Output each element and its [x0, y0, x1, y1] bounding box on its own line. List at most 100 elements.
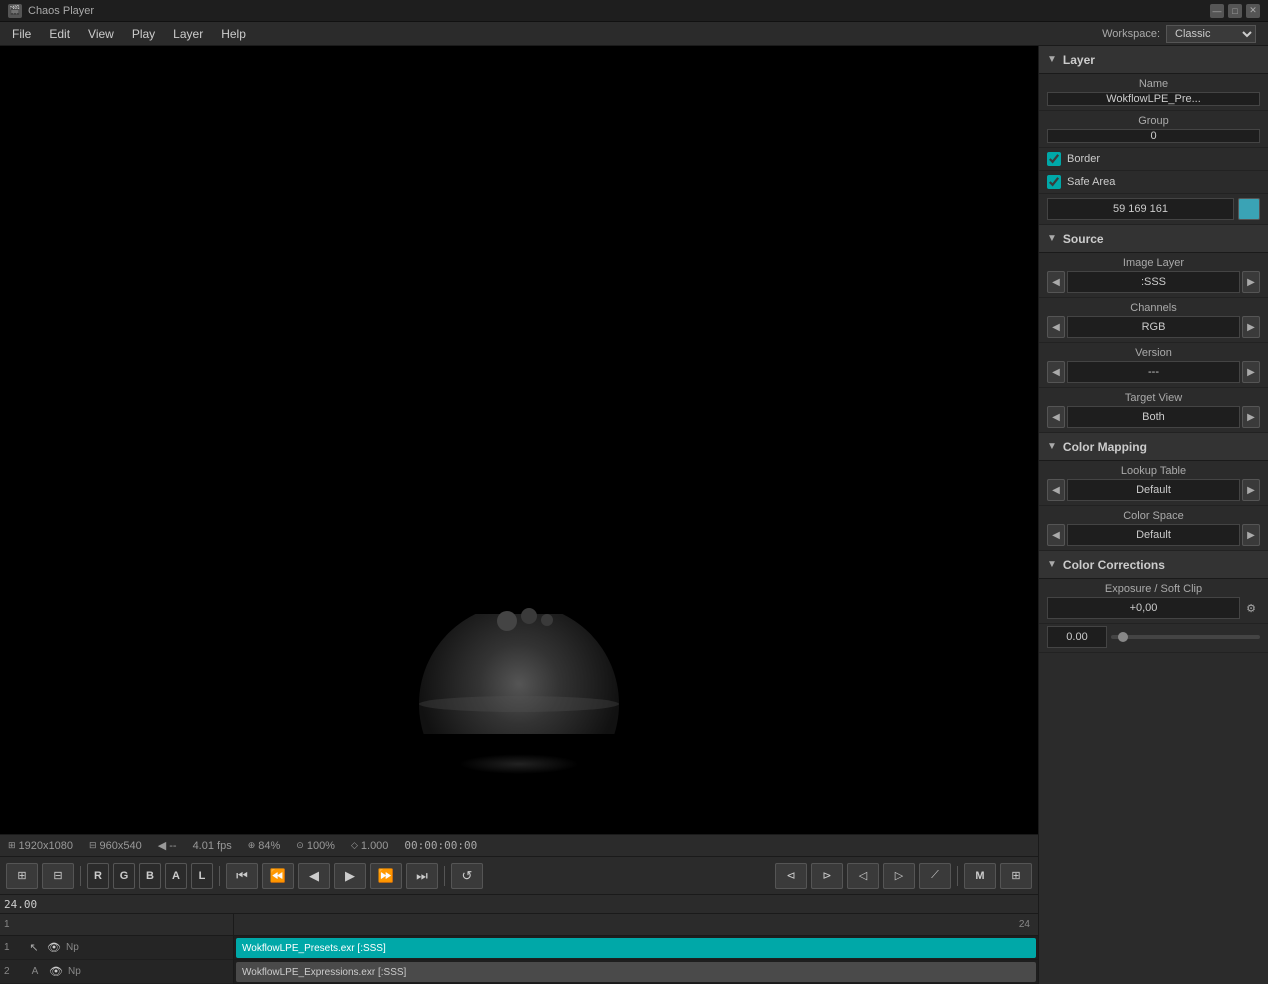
maximize-button[interactable]: □ — [1228, 4, 1242, 18]
group-value[interactable]: 0 — [1047, 129, 1260, 143]
skip-fwd-button[interactable]: ⏭ — [406, 863, 438, 889]
color-value[interactable]: 59 169 161 — [1047, 198, 1234, 220]
exposure-slider-row: 0.00 — [1039, 624, 1268, 653]
color-space-control: ◀ Default ▶ — [1047, 524, 1260, 546]
out-point-button[interactable]: ⊳ — [811, 863, 843, 889]
timeline-content: 24 WokflowLPE_Presets.exr [:SSS] Wokflow… — [234, 914, 1038, 984]
image-layer-control: ◀ :SSS ▶ — [1047, 271, 1260, 293]
version-next[interactable]: ▶ — [1242, 361, 1260, 383]
cursor-icon-1[interactable]: ↖ — [26, 940, 42, 956]
step-fwd-button[interactable]: ⏩ — [370, 863, 402, 889]
target-view-value[interactable]: Both — [1067, 406, 1240, 428]
channel-a-button[interactable]: A — [165, 863, 187, 889]
exposure-picker-icon[interactable]: ⚙ — [1242, 599, 1260, 617]
source-section-header[interactable]: ▼ Source — [1039, 225, 1268, 253]
timeline-ruler-area: 1 1 ↖ 👁 Np 2 A 👁 Np — [0, 914, 1038, 984]
layer-section-header[interactable]: ▼ Layer — [1039, 46, 1268, 74]
eye-icon-2[interactable]: 👁 — [48, 964, 64, 980]
safe-area-checkbox[interactable] — [1047, 175, 1061, 189]
image-layer-prev[interactable]: ◀ — [1047, 271, 1065, 293]
timeline-track-2: WokflowLPE_Expressions.exr [:SSS] — [234, 960, 1038, 984]
timeline-ruler-left: 1 — [0, 914, 233, 936]
version-value[interactable]: --- — [1067, 361, 1240, 383]
menu-help[interactable]: Help — [213, 25, 254, 43]
step-back-button[interactable]: ⏪ — [262, 863, 294, 889]
viewport-statusbar: ⊞ 1920x1080 ⊟ 960x540 ◀ -- 4.01 fps ⊕ 84… — [0, 834, 1038, 856]
minimize-button[interactable]: — — [1210, 4, 1224, 18]
res2-icon: ⊟ — [89, 840, 97, 851]
safe-area-label[interactable]: Safe Area — [1067, 176, 1115, 188]
eye-icon-1[interactable]: 👁 — [46, 940, 62, 956]
color-swatch[interactable] — [1238, 198, 1260, 220]
color-mapping-collapse-icon: ▼ — [1047, 441, 1057, 452]
timecode-display: 24.00 — [4, 898, 54, 911]
timeline-left: 1 1 ↖ 👁 Np 2 A 👁 Np — [0, 914, 234, 984]
channels-row: Channels ◀ RGB ▶ — [1039, 298, 1268, 343]
trim-in-button[interactable]: ◁ — [847, 863, 879, 889]
timecode-item: 00:00:00:00 — [404, 839, 477, 852]
target-view-prev[interactable]: ◀ — [1047, 406, 1065, 428]
image-layer-next[interactable]: ▶ — [1242, 271, 1260, 293]
channels-next[interactable]: ▶ — [1242, 316, 1260, 338]
lookup-table-next[interactable]: ▶ — [1242, 479, 1260, 501]
channels-control: ◀ RGB ▶ — [1047, 316, 1260, 338]
exposure-value[interactable]: +0,00 — [1047, 597, 1240, 619]
trim-out-button[interactable]: ▷ — [883, 863, 915, 889]
ramp-button[interactable]: ⟋ — [919, 863, 951, 889]
border-label[interactable]: Border — [1067, 153, 1100, 165]
channels-prev[interactable]: ◀ — [1047, 316, 1065, 338]
target-view-row: Target View ◀ Both ▶ — [1039, 388, 1268, 433]
right-panel: ▼ Layer Name WokflowLPE_Pre... Group 0 B… — [1038, 46, 1268, 984]
channel-b-button[interactable]: B — [139, 863, 161, 889]
track-type-2: A — [26, 966, 44, 977]
viewport — [0, 46, 1038, 834]
exposure-slider-track[interactable] — [1111, 635, 1260, 639]
menu-layer[interactable]: Layer — [165, 25, 211, 43]
color-mapping-section-header[interactable]: ▼ Color Mapping — [1039, 433, 1268, 461]
color-space-prev[interactable]: ◀ — [1047, 524, 1065, 546]
play-button[interactable]: ▶ — [334, 863, 366, 889]
image-layer-label: Image Layer — [1047, 257, 1260, 269]
loop-button[interactable]: ↺ — [451, 863, 483, 889]
target-view-next[interactable]: ▶ — [1242, 406, 1260, 428]
name-label: Name — [1047, 78, 1260, 90]
color-corrections-section-header[interactable]: ▼ Color Corrections — [1039, 551, 1268, 579]
workspace-select[interactable]: Classic — [1166, 25, 1256, 43]
menu-play[interactable]: Play — [124, 25, 163, 43]
grid-button[interactable]: ⊞ — [1000, 863, 1032, 889]
main-layout: ⊞ 1920x1080 ⊟ 960x540 ◀ -- 4.01 fps ⊕ 84… — [0, 46, 1268, 984]
clip-1[interactable]: WokflowLPE_Presets.exr [:SSS] — [236, 938, 1036, 958]
split-button[interactable]: ⊟ — [42, 863, 74, 889]
image-layer-value[interactable]: :SSS — [1067, 271, 1240, 293]
menu-view[interactable]: View — [80, 25, 122, 43]
lookup-table-control: ◀ Default ▶ — [1047, 479, 1260, 501]
layout-button[interactable]: ⊞ — [6, 863, 38, 889]
mark-button[interactable]: M — [964, 863, 996, 889]
channels-value[interactable]: RGB — [1067, 316, 1240, 338]
lookup-table-value[interactable]: Default — [1067, 479, 1240, 501]
menu-edit[interactable]: Edit — [41, 25, 78, 43]
play-back-button[interactable]: ◀ — [298, 863, 330, 889]
clip-2[interactable]: WokflowLPE_Expressions.exr [:SSS] — [236, 962, 1036, 982]
channel-g-button[interactable]: G — [113, 863, 135, 889]
channel-l-button[interactable]: L — [191, 863, 213, 889]
timeline-header: 24.00 — [0, 895, 1038, 914]
border-checkbox[interactable] — [1047, 152, 1061, 166]
color-space-value[interactable]: Default — [1067, 524, 1240, 546]
version-prev[interactable]: ◀ — [1047, 361, 1065, 383]
lookup-table-prev[interactable]: ◀ — [1047, 479, 1065, 501]
ratio-icon: ◇ — [351, 840, 358, 851]
name-value[interactable]: WokflowLPE_Pre... — [1047, 92, 1260, 106]
layer-collapse-icon: ▼ — [1047, 54, 1057, 65]
channel-r-button[interactable]: R — [87, 863, 109, 889]
exposure-value2[interactable]: 0.00 — [1047, 626, 1107, 648]
color-mapping-section-title: Color Mapping — [1063, 440, 1147, 454]
version-control: ◀ --- ▶ — [1047, 361, 1260, 383]
color-space-next[interactable]: ▶ — [1242, 524, 1260, 546]
menu-file[interactable]: File — [4, 25, 39, 43]
skip-back-button[interactable]: ⏮ — [226, 863, 258, 889]
version-row: Version ◀ --- ▶ — [1039, 343, 1268, 388]
close-button[interactable]: ✕ — [1246, 4, 1260, 18]
exposure-slider-thumb[interactable] — [1118, 632, 1128, 642]
in-point-button[interactable]: ⊲ — [775, 863, 807, 889]
